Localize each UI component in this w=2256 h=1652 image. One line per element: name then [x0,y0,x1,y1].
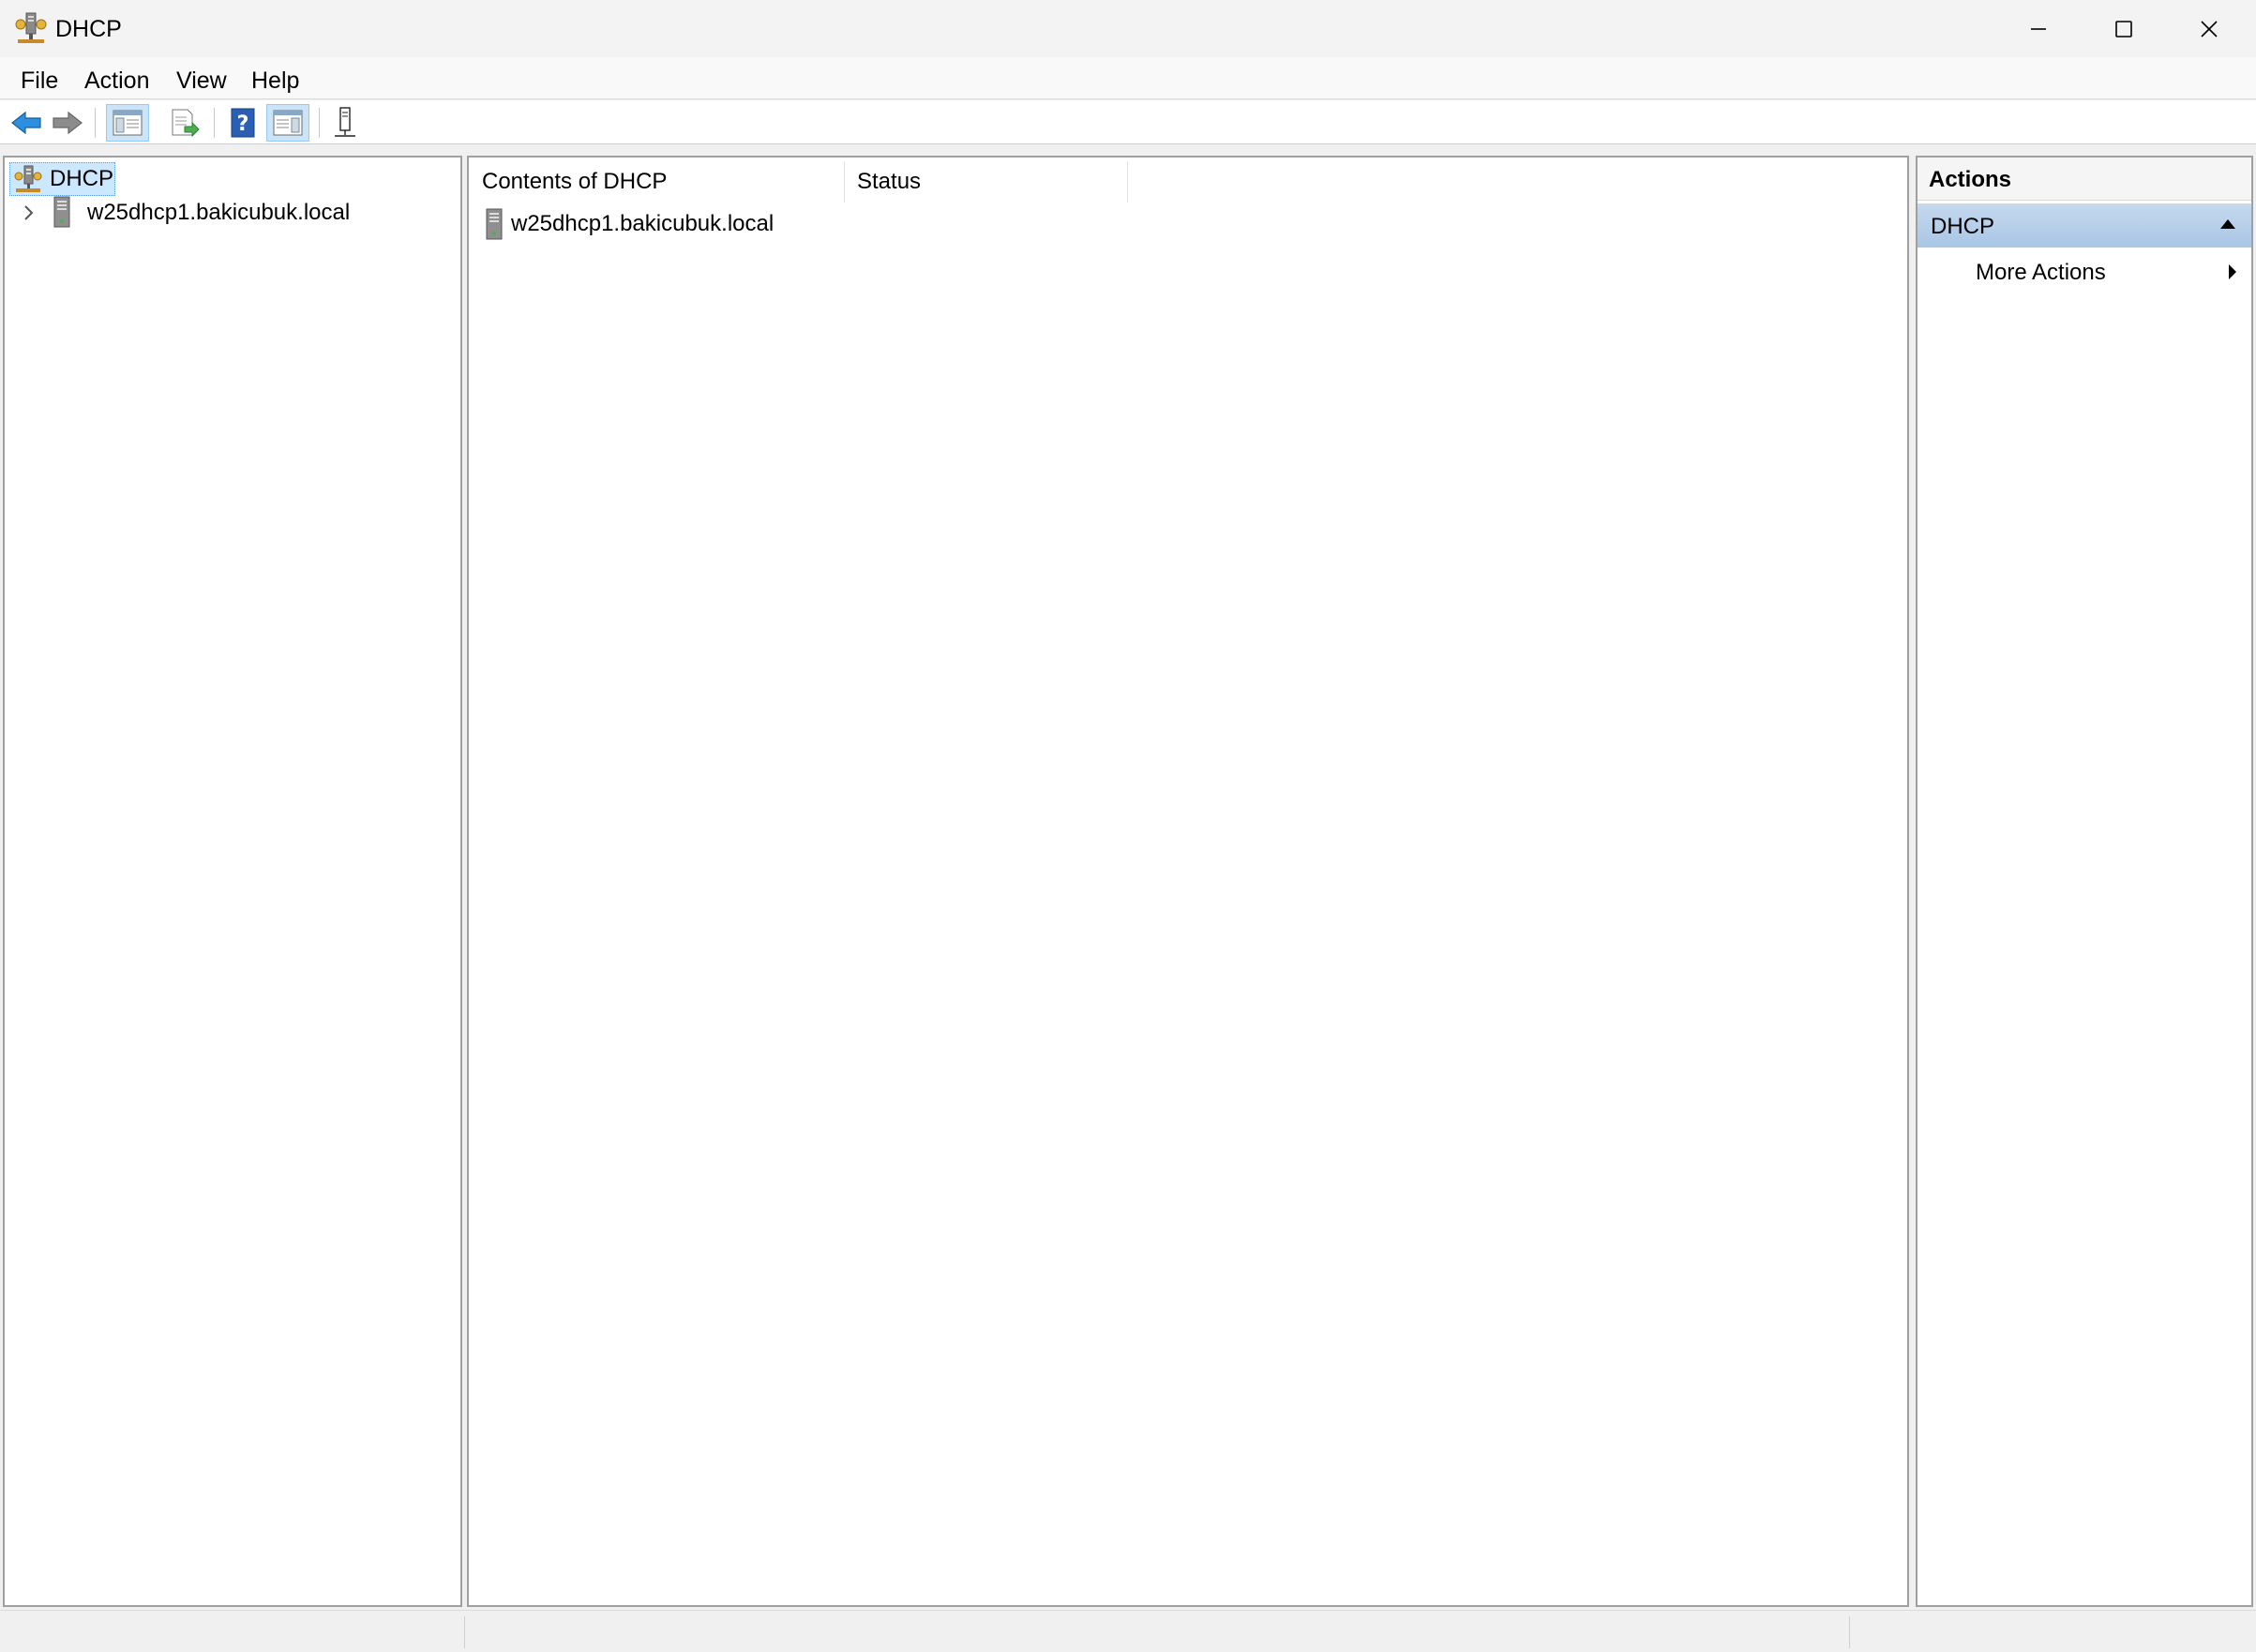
show-hide-action-pane-button[interactable] [266,104,309,142]
forward-arrow-icon [53,111,83,135]
svg-text:?: ? [237,113,249,136]
show-hide-action-pane-icon [273,110,303,136]
list-item-name: w25dhcp1.bakicubuk.local [511,211,775,236]
menu-action[interactable]: Action [84,67,149,95]
list-header: Contents of DHCP Status [469,158,1907,204]
help-icon: ? [231,108,255,138]
help-button[interactable]: ? [223,104,263,142]
console-tree-pane: DHCP w25dhcp1.bakicubuk.local [3,156,462,1607]
show-hide-console-tree-icon [113,110,143,136]
back-button[interactable] [8,104,45,142]
more-actions-item[interactable]: More Actions [1918,250,2251,293]
back-arrow-icon [11,111,41,135]
maximize-icon [2115,20,2132,38]
toolbar-separator [214,108,215,138]
more-actions-label: More Actions [1976,260,2106,285]
results-pane: Contents of DHCP Status w25dhcp1.bakicub… [467,156,1909,1607]
minimize-button[interactable] [1995,0,2082,57]
tree-node-dhcp[interactable]: DHCP [9,162,115,196]
toolbar-separator [319,108,320,138]
actions-title: Actions [1929,167,2012,192]
server-properties-button[interactable] [326,104,364,142]
actions-header: Actions [1918,158,2251,201]
forward-button[interactable] [49,104,86,142]
tree-node-label: DHCP [50,166,114,191]
actions-group-label: DHCP [1931,214,1995,239]
window-title: DHCP [55,16,122,42]
menu-help[interactable]: Help [251,67,299,95]
minimize-icon [2031,27,2046,30]
close-button[interactable] [2166,0,2252,57]
chevron-right-icon[interactable] [18,203,38,223]
column-header-status[interactable]: Status [857,169,921,195]
server-icon [53,196,70,228]
menu-bar: File Action View Help [0,57,2256,99]
menu-view[interactable]: View [176,67,227,95]
menu-file[interactable]: File [21,67,58,95]
export-list-button[interactable] [165,104,204,142]
column-header-contents[interactable]: Contents of DHCP [482,169,667,195]
dhcp-app-icon [15,12,47,43]
export-list-icon [172,109,200,137]
toolbar: ? [0,100,2256,144]
column-divider[interactable] [1127,161,1128,203]
actions-group-dhcp[interactable]: DHCP [1918,203,2251,248]
submenu-arrow-icon [2229,264,2236,279]
server-properties-icon [335,107,355,137]
status-bar [0,1610,2256,1652]
toolbar-separator [95,108,96,138]
list-item[interactable]: w25dhcp1.bakicubuk.local [478,206,1041,240]
actions-pane: Actions DHCP More Actions [1916,156,2253,1607]
status-bar-divider [1849,1616,1850,1648]
close-icon [2201,20,2218,38]
maximize-button[interactable] [2081,0,2167,57]
dhcp-icon [14,165,42,192]
show-hide-console-tree-button[interactable] [106,104,149,142]
title-bar: DHCP [0,0,2256,57]
tree-node-server[interactable]: w25dhcp1.bakicubuk.local [87,200,350,226]
column-divider[interactable] [844,161,845,203]
server-icon [486,208,503,240]
collapse-up-icon[interactable] [2219,218,2236,231]
status-bar-divider [464,1616,465,1648]
